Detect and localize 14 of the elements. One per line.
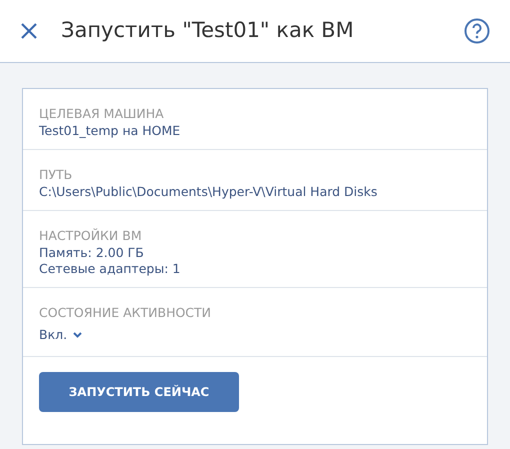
state-dropdown[interactable]: Вкл. bbox=[39, 323, 82, 343]
field-value: Сетевые адаптеры: 1 bbox=[39, 261, 182, 277]
field-label: ЦЕЛЕВАЯ МАШИНА bbox=[39, 105, 165, 123]
run-now-button[interactable]: ЗАПУСТИТЬ СЕЙЧАС bbox=[39, 372, 239, 412]
field-label: НАСТРОЙКИ ВМ bbox=[39, 227, 143, 245]
dialog-title: Запустить "Test01" как ВМ bbox=[61, 17, 354, 44]
field-label: СОСТОЯНИЕ АКТИВНОСТИ bbox=[39, 304, 212, 322]
field-value: Test01_temp на HOME bbox=[39, 123, 182, 139]
field-value: Память: 2.00 ГБ bbox=[39, 245, 145, 261]
help-icon[interactable] bbox=[464, 18, 490, 44]
close-icon[interactable] bbox=[20, 22, 38, 40]
caret-icon bbox=[73, 332, 82, 338]
field-label: ПУТЬ bbox=[39, 166, 74, 184]
field-value: C:\Users\Public\Documents\Hyper-V\Virtual Hard Disks bbox=[39, 184, 378, 200]
